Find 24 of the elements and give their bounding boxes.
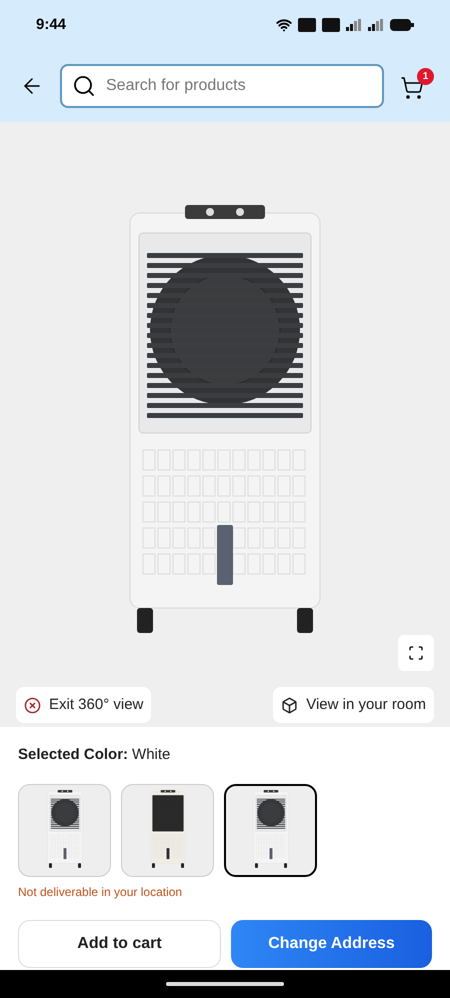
search-icon — [72, 74, 96, 98]
close-circle-icon — [24, 696, 41, 714]
wifi-icon — [276, 17, 292, 33]
signal-icon — [368, 19, 384, 31]
cart-count-badge: 1 — [417, 68, 434, 85]
cart-button[interactable]: 1 — [396, 68, 434, 104]
sim-badge-icon — [322, 18, 340, 32]
cart-icon — [400, 76, 424, 100]
change-address-button[interactable]: Change Address — [231, 920, 432, 968]
selected-color-value: White — [132, 745, 170, 765]
search-field[interactable]: Search for products — [60, 64, 384, 108]
status-time: 9:44 — [36, 14, 66, 35]
sim-badge-icon — [298, 18, 316, 32]
exit-360-button[interactable]: Exit 360° view — [16, 687, 152, 723]
delivery-notice: Not deliverable in your location — [18, 884, 184, 900]
fullscreen-icon — [408, 645, 424, 661]
color-swatch[interactable] — [224, 784, 317, 876]
add-to-cart-button[interactable]: Add to cart — [18, 920, 221, 968]
battery-icon — [390, 19, 414, 31]
fullscreen-button[interactable] — [398, 635, 434, 671]
selected-color-label: Selected Color: — [18, 745, 128, 765]
signal-icon — [346, 19, 362, 31]
cube-icon — [281, 696, 298, 714]
view-in-room-button[interactable]: View in your room — [273, 687, 434, 723]
